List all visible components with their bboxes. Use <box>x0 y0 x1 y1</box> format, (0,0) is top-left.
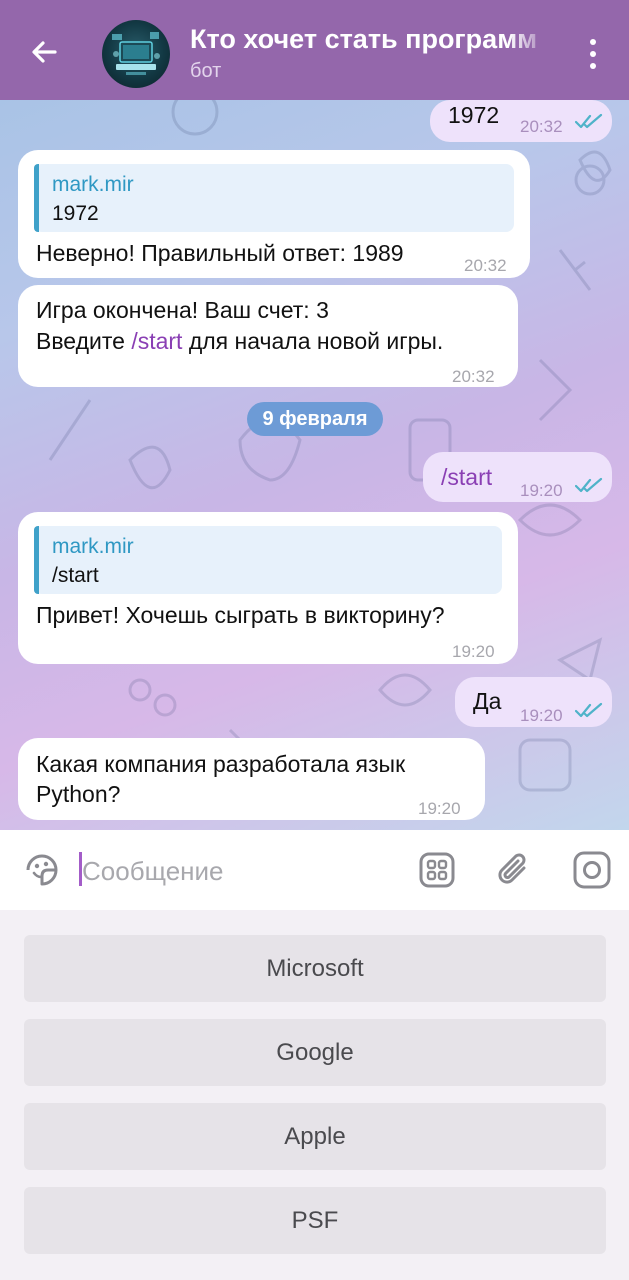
reply-quote[interactable]: mark.mir /start <box>34 526 502 594</box>
message-input-bar <box>0 830 629 910</box>
bot-avatar[interactable] <box>102 20 170 88</box>
message-time: 20:32 <box>464 256 507 275</box>
message-time: 19:20 <box>520 481 563 500</box>
reply-author: mark.mir <box>52 535 134 558</box>
double-check-icon <box>575 113 603 129</box>
message-text: Неверно! Правильный ответ: 1989 <box>36 240 404 266</box>
more-vertical-icon <box>590 39 596 45</box>
reply-author: mark.mir <box>52 173 134 196</box>
chat-title[interactable]: Кто хочет стать программ <box>190 24 552 55</box>
incoming-message[interactable]: mark.mir 1972 Неверно! Правильный ответ:… <box>18 150 530 278</box>
message-list[interactable]: 1972 20:32 mark.mir 1972 Неверно! Правил… <box>0 100 629 830</box>
chat-header: Кто хочет стать программ бот <box>0 0 629 100</box>
sticker-button[interactable] <box>22 850 62 890</box>
outgoing-message[interactable]: /start 19:20 <box>423 452 612 502</box>
message-time: 20:32 <box>452 367 495 386</box>
attach-button[interactable] <box>494 850 534 890</box>
keyboard-button-microsoft[interactable]: Microsoft <box>24 935 606 1002</box>
keyboard-button-google[interactable]: Google <box>24 1019 606 1086</box>
incoming-message[interactable]: Игра окончена! Ваш счет: 3 Введите /star… <box>18 285 518 387</box>
message-line: Игра окончена! Ваш счет: 3 <box>36 297 329 323</box>
arrow-left-icon <box>32 41 57 63</box>
message-time: 20:32 <box>520 117 563 136</box>
message-input[interactable] <box>80 848 404 894</box>
message-time: 19:20 <box>418 799 461 818</box>
bot-commands-button[interactable] <box>417 850 457 890</box>
double-check-icon <box>575 702 603 718</box>
message-time: 19:20 <box>520 706 563 725</box>
grid-icon <box>419 852 455 888</box>
keyboard-button-psf[interactable]: PSF <box>24 1187 606 1254</box>
reply-quote[interactable]: mark.mir 1972 <box>34 164 514 232</box>
incoming-message[interactable]: Какая компания разработала язык Python? … <box>18 738 485 820</box>
reply-text: 1972 <box>52 202 99 225</box>
camera-button[interactable] <box>572 850 612 890</box>
message-text: Да <box>473 688 502 714</box>
chat-subtitle: бот <box>190 60 222 82</box>
bot-reply-keyboard: Microsoft Google Apple PSF <box>0 910 629 1280</box>
message-time: 19:20 <box>452 642 495 661</box>
outgoing-message[interactable]: 1972 20:32 <box>430 100 612 142</box>
incoming-message[interactable]: mark.mir /start Привет! Хочешь сыграть в… <box>18 512 518 664</box>
camera-icon <box>573 851 611 889</box>
more-menu-button[interactable] <box>576 30 610 78</box>
sticker-icon <box>26 854 58 886</box>
message-text: 1972 <box>448 102 500 128</box>
paperclip-icon <box>498 853 526 884</box>
double-check-icon <box>575 477 603 493</box>
message-text: Привет! Хочешь сыграть в викторину? <box>36 602 445 628</box>
outgoing-message[interactable]: Да 19:20 <box>455 677 612 727</box>
message-line: Python? <box>36 781 121 807</box>
reply-text: /start <box>52 564 99 587</box>
date-separator: 9 февраля <box>247 402 383 436</box>
message-text: /start <box>441 464 493 490</box>
back-button[interactable] <box>22 30 66 74</box>
keyboard-button-apple[interactable]: Apple <box>24 1103 606 1170</box>
bot-command-link[interactable]: /start <box>131 328 182 354</box>
message-line: Введите /start для начала новой игры. <box>36 328 444 354</box>
message-line: Какая компания разработала язык <box>36 751 406 777</box>
